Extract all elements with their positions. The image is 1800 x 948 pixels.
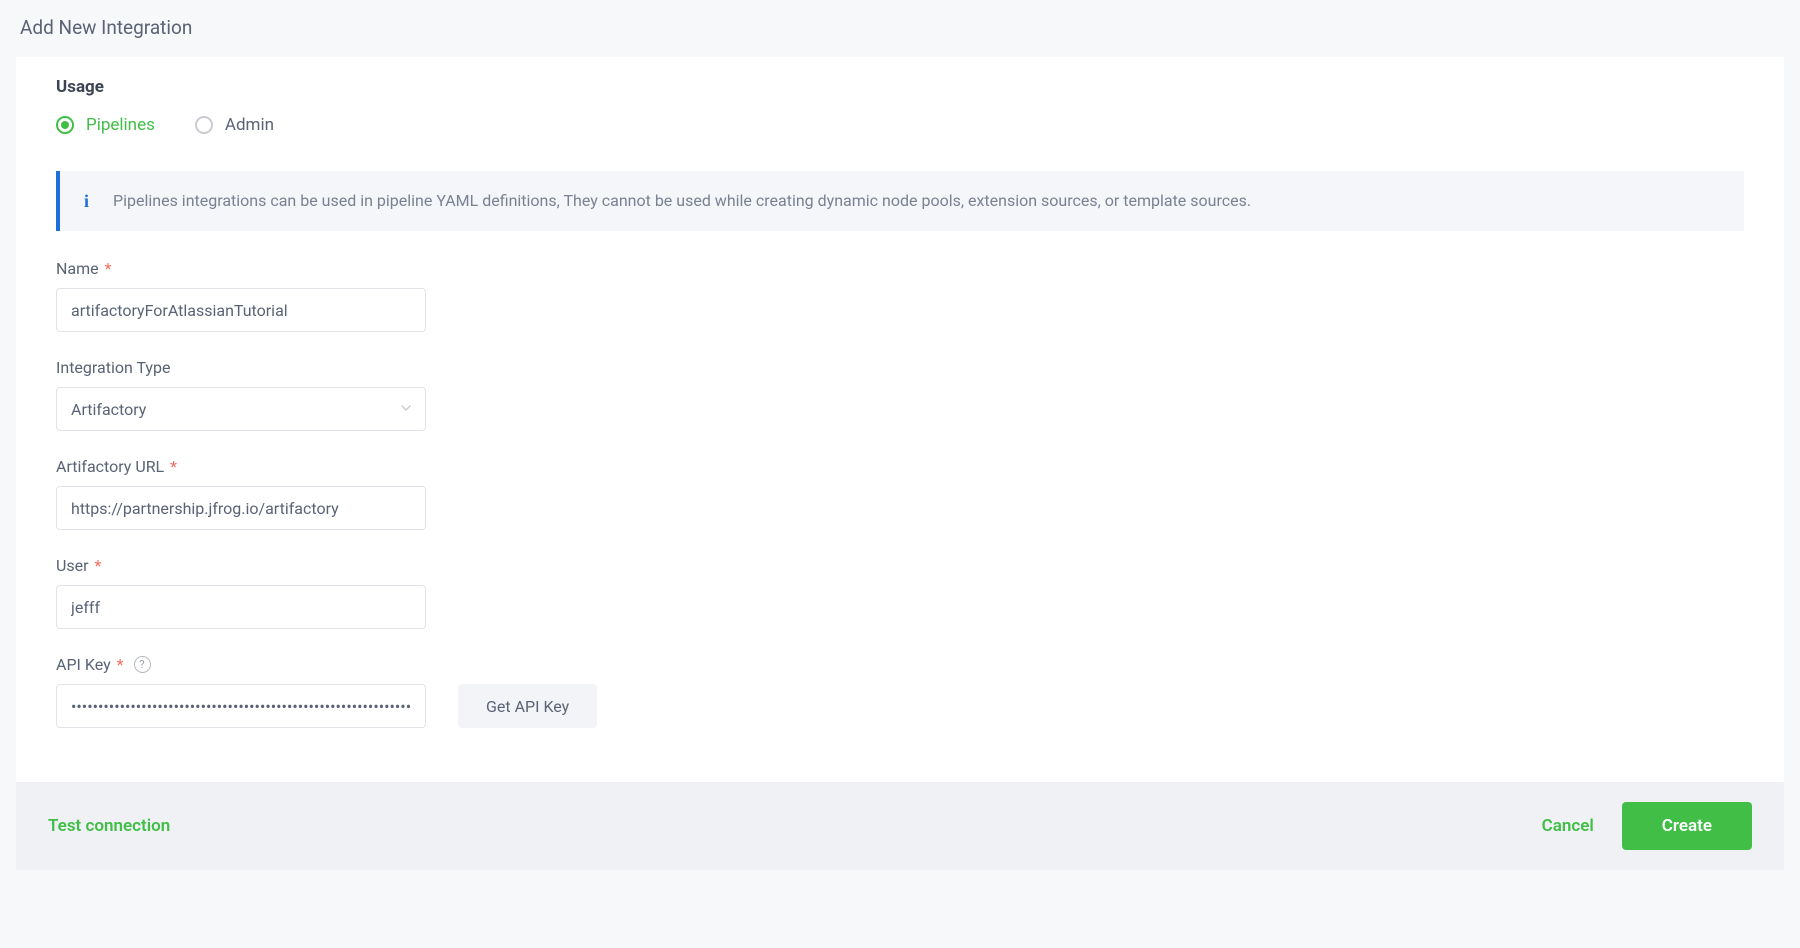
apikey-row: Get API Key bbox=[56, 684, 1744, 728]
label-type: Integration Type bbox=[56, 358, 1744, 377]
label-url-text: Artifactory URL bbox=[56, 457, 164, 476]
radio-label-pipelines: Pipelines bbox=[86, 115, 155, 135]
form-group-name: Name * bbox=[56, 259, 1744, 332]
page-title: Add New Integration bbox=[0, 0, 1800, 57]
label-apikey-text: API Key bbox=[56, 655, 111, 674]
footer-actions: Cancel Create bbox=[1542, 802, 1752, 850]
required-asterisk: * bbox=[95, 556, 102, 575]
get-api-key-button[interactable]: Get API Key bbox=[458, 684, 597, 728]
test-connection-button[interactable]: Test connection bbox=[48, 816, 170, 836]
label-apikey: API Key * ? bbox=[56, 655, 1744, 674]
info-banner: i Pipelines integrations can be used in … bbox=[56, 171, 1744, 231]
usage-heading: Usage bbox=[56, 77, 1744, 97]
required-asterisk: * bbox=[105, 259, 112, 278]
create-button[interactable]: Create bbox=[1622, 802, 1752, 850]
name-input[interactable] bbox=[56, 288, 426, 332]
user-input[interactable] bbox=[56, 585, 426, 629]
apikey-input[interactable] bbox=[56, 684, 426, 728]
cancel-button[interactable]: Cancel bbox=[1542, 816, 1594, 836]
form-group-user: User * bbox=[56, 556, 1744, 629]
radio-icon-selected bbox=[56, 116, 74, 134]
footer-bar: Test connection Cancel Create bbox=[16, 782, 1784, 870]
artifactory-url-input[interactable] bbox=[56, 486, 426, 530]
info-text: Pipelines integrations can be used in pi… bbox=[113, 189, 1251, 213]
label-user-text: User bbox=[56, 556, 89, 575]
help-icon[interactable]: ? bbox=[134, 656, 151, 673]
form-group-apikey: API Key * ? Get API Key bbox=[56, 655, 1744, 728]
label-name-text: Name bbox=[56, 259, 99, 278]
label-name: Name * bbox=[56, 259, 1744, 278]
form-group-type: Integration Type bbox=[56, 358, 1744, 431]
radio-admin[interactable]: Admin bbox=[195, 115, 274, 135]
radio-icon-unselected bbox=[195, 116, 213, 134]
label-type-text: Integration Type bbox=[56, 358, 170, 377]
integration-type-select-wrapper bbox=[56, 387, 426, 431]
label-user: User * bbox=[56, 556, 1744, 575]
info-icon: i bbox=[84, 191, 89, 212]
radio-label-admin: Admin bbox=[225, 115, 274, 135]
required-asterisk: * bbox=[117, 655, 124, 674]
content-panel: Usage Pipelines Admin i Pipelines integr… bbox=[16, 57, 1784, 782]
integration-type-select[interactable] bbox=[56, 387, 426, 431]
required-asterisk: * bbox=[170, 457, 177, 476]
label-url: Artifactory URL * bbox=[56, 457, 1744, 476]
radio-pipelines[interactable]: Pipelines bbox=[56, 115, 155, 135]
form-group-url: Artifactory URL * bbox=[56, 457, 1744, 530]
usage-radio-group: Pipelines Admin bbox=[56, 115, 1744, 135]
